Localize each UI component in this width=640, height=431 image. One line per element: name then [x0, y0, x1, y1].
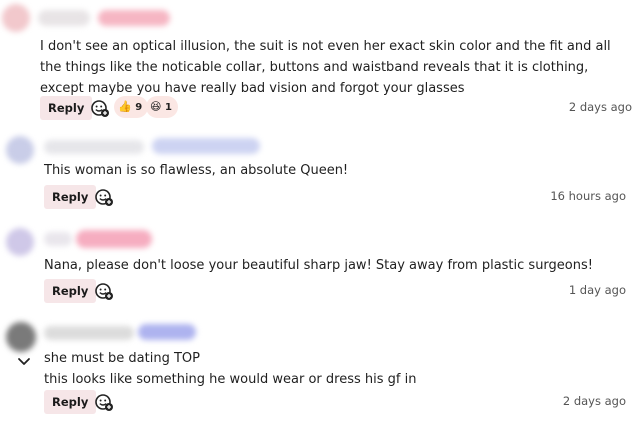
reaction-chip[interactable]: 👍 9	[114, 96, 149, 118]
user-flair	[98, 10, 170, 26]
add-reaction-icon[interactable]	[94, 281, 114, 301]
comment-actions: Reply 2 days ago	[44, 390, 626, 416]
username[interactable]	[44, 326, 134, 340]
timestamp: 1 day ago	[568, 283, 626, 297]
reaction-chip[interactable]: 😆 1	[146, 96, 178, 118]
user-flair	[76, 230, 152, 248]
laughing-face-icon: 😆	[150, 100, 162, 113]
comment-actions: Reply 1 day ago	[44, 279, 626, 305]
comment: Nana, please don't loose your beautiful …	[0, 224, 640, 319]
reaction-count: 1	[164, 102, 172, 113]
reply-button[interactable]: Reply	[40, 96, 93, 120]
timestamp: 2 days ago	[568, 100, 632, 114]
avatar[interactable]	[6, 136, 34, 164]
reaction-count: 9	[135, 102, 143, 113]
comment: she must be dating TOP this looks like s…	[0, 316, 640, 431]
avatar[interactable]	[6, 322, 36, 352]
comment: This woman is so flawless, an absolute Q…	[0, 128, 640, 223]
username[interactable]	[38, 10, 90, 26]
reply-button[interactable]: Reply	[44, 279, 97, 303]
reply-button[interactable]: Reply	[44, 390, 97, 414]
comment: I don't see an optical illusion, the sui…	[0, 0, 640, 125]
reply-button[interactable]: Reply	[44, 185, 97, 209]
add-reaction-icon[interactable]	[94, 392, 114, 412]
user-flair	[138, 324, 196, 340]
comment-text: I don't see an optical illusion, the sui…	[40, 39, 615, 96]
comment-actions: Reply 16 hours ago	[44, 185, 626, 211]
chevron-down-icon[interactable]	[16, 356, 32, 368]
timestamp: 2 days ago	[562, 394, 626, 408]
avatar[interactable]	[2, 4, 30, 32]
user-flair	[152, 138, 260, 154]
add-reaction-icon[interactable]	[94, 187, 114, 207]
comment-text: Nana, please don't loose your beautiful …	[44, 258, 593, 273]
avatar[interactable]	[6, 228, 34, 256]
comment-actions: Reply 👍 9 😆 1 2 days ago	[40, 96, 632, 122]
comment-text: she must be dating TOP this looks like s…	[44, 351, 417, 387]
comment-text: This woman is so flawless, an absolute Q…	[44, 163, 349, 178]
add-reaction-icon[interactable]	[90, 98, 110, 118]
username[interactable]	[44, 232, 72, 246]
timestamp: 16 hours ago	[550, 189, 626, 203]
thumbs-up-icon: 👍	[118, 100, 132, 113]
username[interactable]	[44, 140, 144, 154]
